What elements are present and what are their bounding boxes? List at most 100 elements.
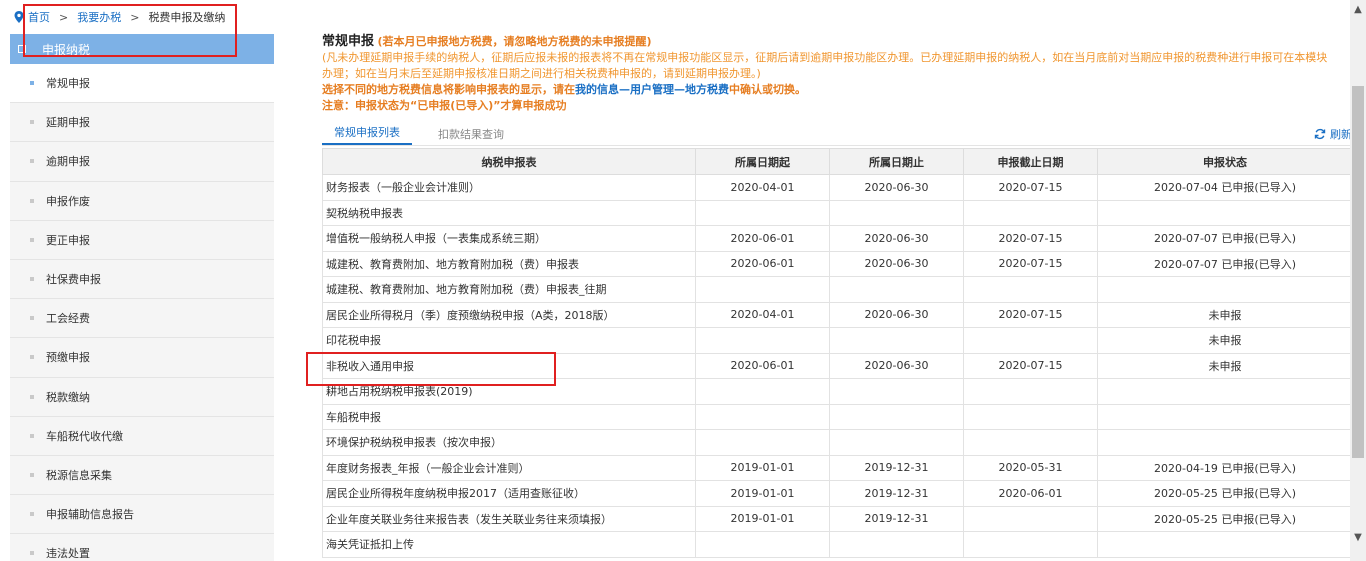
- tab-deduction-query[interactable]: 扣款结果查询: [426, 126, 516, 145]
- tab-bar: 常规申报列表 扣款结果查询 刷新: [322, 124, 1352, 146]
- cell-form-name[interactable]: 契税纳税申报表: [322, 199, 696, 226]
- sidebar-item-prepay-filing[interactable]: 预缴申报: [10, 338, 274, 378]
- cell-form-name[interactable]: 增值税一般纳税人申报（一表集成系统三期）: [322, 225, 696, 252]
- cell-deadline: [963, 505, 1098, 532]
- sidebar-item-label: 工会经费: [46, 312, 90, 326]
- bullet-icon: [30, 237, 34, 242]
- sidebar-item-label: 逾期申报: [46, 155, 90, 169]
- cell-end-date: 2019-12-31: [829, 454, 964, 481]
- my-info-link[interactable]: 我的信息—用户管理—地方税费: [575, 83, 729, 96]
- cell-deadline: [963, 429, 1098, 456]
- sidebar: 申报纳税 常规申报 延期申报 逾期申报 申报作废 更正申报 社保费申报 工会经费…: [10, 34, 274, 561]
- table-row[interactable]: 企业年度关联业务往来报告表（发生关联业务往来须填报） 2019-01-01 2019…: [322, 505, 1353, 532]
- table-row[interactable]: 印花税申报 未申报: [322, 327, 1353, 354]
- table-row[interactable]: 居民企业所得税年度纳税申报2017（适用查账征收） 2019-01-01 2019-…: [322, 480, 1353, 507]
- cell-deadline: [963, 276, 1098, 303]
- scrollbar-thumb[interactable]: [1352, 86, 1364, 458]
- table-row[interactable]: 契税纳税申报表: [322, 199, 1353, 226]
- cell-start-date: 2020-04-01: [695, 301, 830, 328]
- cell-start-date: 2020-06-01: [695, 352, 830, 379]
- bullet-icon: [30, 355, 34, 360]
- cell-deadline: 2020-07-15: [963, 174, 1098, 201]
- scroll-down-icon[interactable]: ▼: [1352, 532, 1364, 544]
- sidebar-item-void-filing[interactable]: 申报作废: [10, 182, 274, 221]
- table-row[interactable]: 财务报表（一般企业会计准则） 2020-04-01 2020-06-30 2020-0…: [322, 174, 1353, 201]
- cell-form-name[interactable]: 环境保护税纳税申报表（按次申报）: [322, 429, 696, 456]
- cell-status: 2020-07-04 已申报(已导入): [1097, 174, 1353, 201]
- cell-status: [1097, 531, 1353, 558]
- sidebar-item-union-fee[interactable]: 工会经费: [10, 299, 274, 339]
- cell-status: 未申报: [1097, 327, 1353, 354]
- cell-deadline: [963, 531, 1098, 558]
- tab-regular-list[interactable]: 常规申报列表: [322, 124, 412, 145]
- cell-form-name[interactable]: 企业年度关联业务往来报告表（发生关联业务往来须填报）: [322, 505, 696, 532]
- table-row[interactable]: 城建税、教育费附加、地方教育附加税（费）申报表_往期: [322, 276, 1353, 303]
- col-header-start: 所属日期起: [695, 148, 830, 175]
- sidebar-item-deferred-filing[interactable]: 延期申报: [10, 103, 274, 143]
- cell-form-name[interactable]: 城建税、教育费附加、地方教育附加税（费）申报表_往期: [322, 276, 696, 303]
- sidebar-item-social-insurance[interactable]: 社保费申报: [10, 260, 274, 300]
- cell-end-date: 2019-12-31: [829, 505, 964, 532]
- sidebar-item-correct-filing[interactable]: 更正申报: [10, 221, 274, 260]
- cell-end-date: [829, 199, 964, 226]
- main-content: 常规申报 (若本月已申报地方税费，请忽略地方税费的未申报提醒) (凡未办理延期申…: [322, 34, 1353, 561]
- cell-start-date: 2020-04-01: [695, 174, 830, 201]
- sidebar-item-violation[interactable]: 违法处置: [10, 534, 274, 561]
- cell-status: [1097, 199, 1353, 226]
- cell-form-name[interactable]: 印花税申报: [322, 327, 696, 354]
- cell-end-date: 2019-12-31: [829, 480, 964, 507]
- cell-end-date: 2020-06-30: [829, 352, 964, 379]
- scroll-up-icon[interactable]: ▲: [1352, 4, 1364, 16]
- cell-status: 2020-05-25 已申报(已导入): [1097, 505, 1353, 532]
- cell-form-name[interactable]: 居民企业所得税年度纳税申报2017（适用查账征收）: [322, 480, 696, 507]
- annotation-box-breadcrumb: [23, 4, 237, 57]
- sidebar-item-label: 延期申报: [46, 116, 90, 130]
- sidebar-item-overdue-filing[interactable]: 逾期申报: [10, 142, 274, 182]
- sidebar-item-aux-report[interactable]: 申报辅助信息报告: [10, 495, 274, 535]
- cell-form-name[interactable]: 财务报表（一般企业会计准则）: [322, 174, 696, 201]
- cell-end-date: 2020-06-30: [829, 174, 964, 201]
- cell-status: 未申报: [1097, 352, 1353, 379]
- bullet-icon: [30, 159, 34, 164]
- bullet-icon: [30, 472, 34, 477]
- sidebar-item-label: 社保费申报: [46, 273, 101, 287]
- cell-form-name[interactable]: 居民企业所得税月（季）度预缴纳税申报（A类，2018版）: [322, 301, 696, 328]
- sidebar-item-label: 常规申报: [46, 77, 90, 91]
- cell-status: [1097, 276, 1353, 303]
- bullet-icon: [30, 433, 34, 438]
- col-header-form: 纳税申报表: [322, 148, 696, 175]
- sidebar-item-vehicle-tax[interactable]: 车船税代收代缴: [10, 417, 274, 456]
- table-row[interactable]: 年度财务报表_年报（一般企业会计准则） 2019-01-01 2019-12-31 2…: [322, 454, 1353, 481]
- cell-end-date: [829, 327, 964, 354]
- cell-start-date: [695, 327, 830, 354]
- col-header-deadline: 申报截止日期: [963, 148, 1098, 175]
- sidebar-item-label: 预缴申报: [46, 351, 90, 365]
- bullet-icon: [30, 512, 34, 517]
- cell-start-date: 2019-01-01: [695, 454, 830, 481]
- cell-end-date: 2020-06-30: [829, 225, 964, 252]
- cell-deadline: 2020-07-15: [963, 225, 1098, 252]
- bullet-icon: [30, 120, 34, 125]
- cell-form-name[interactable]: 城建税、教育费附加、地方教育附加税（费）申报表: [322, 250, 696, 277]
- bullet-icon: [30, 198, 34, 203]
- sidebar-item-label: 税源信息采集: [46, 468, 112, 482]
- table-row[interactable]: 增值税一般纳税人申报（一表集成系统三期） 2020-06-01 2020-06-30…: [322, 225, 1353, 252]
- sidebar-item-tax-source[interactable]: 税源信息采集: [10, 456, 274, 496]
- table-row[interactable]: 海关凭证抵扣上传: [322, 531, 1353, 558]
- table-row[interactable]: 环境保护税纳税申报表（按次申报）: [322, 429, 1353, 456]
- cell-form-name[interactable]: 海关凭证抵扣上传: [322, 531, 696, 558]
- cell-end-date: 2020-06-30: [829, 250, 964, 277]
- sidebar-item-tax-payment[interactable]: 税款缴纳: [10, 378, 274, 417]
- cell-status: [1097, 378, 1353, 405]
- cell-end-date: [829, 378, 964, 405]
- refresh-button[interactable]: 刷新: [1314, 126, 1352, 142]
- cell-form-name[interactable]: 车船税申报: [322, 403, 696, 430]
- sidebar-item-regular-filing[interactable]: 常规申报: [10, 64, 274, 104]
- table-row[interactable]: 居民企业所得税月（季）度预缴纳税申报（A类，2018版） 2020-04-01 20…: [322, 301, 1353, 328]
- table-row[interactable]: 城建税、教育费附加、地方教育附加税（费）申报表 2020-06-01 2020-06…: [322, 250, 1353, 277]
- table-row[interactable]: 车船税申报: [322, 403, 1353, 430]
- cell-form-name[interactable]: 年度财务报表_年报（一般企业会计准则）: [322, 454, 696, 481]
- cell-deadline: 2020-06-01: [963, 480, 1098, 507]
- cell-status: 2020-07-07 已申报(已导入): [1097, 250, 1353, 277]
- table-header-row: 纳税申报表 所属日期起 所属日期止 申报截止日期 申报状态: [322, 148, 1353, 175]
